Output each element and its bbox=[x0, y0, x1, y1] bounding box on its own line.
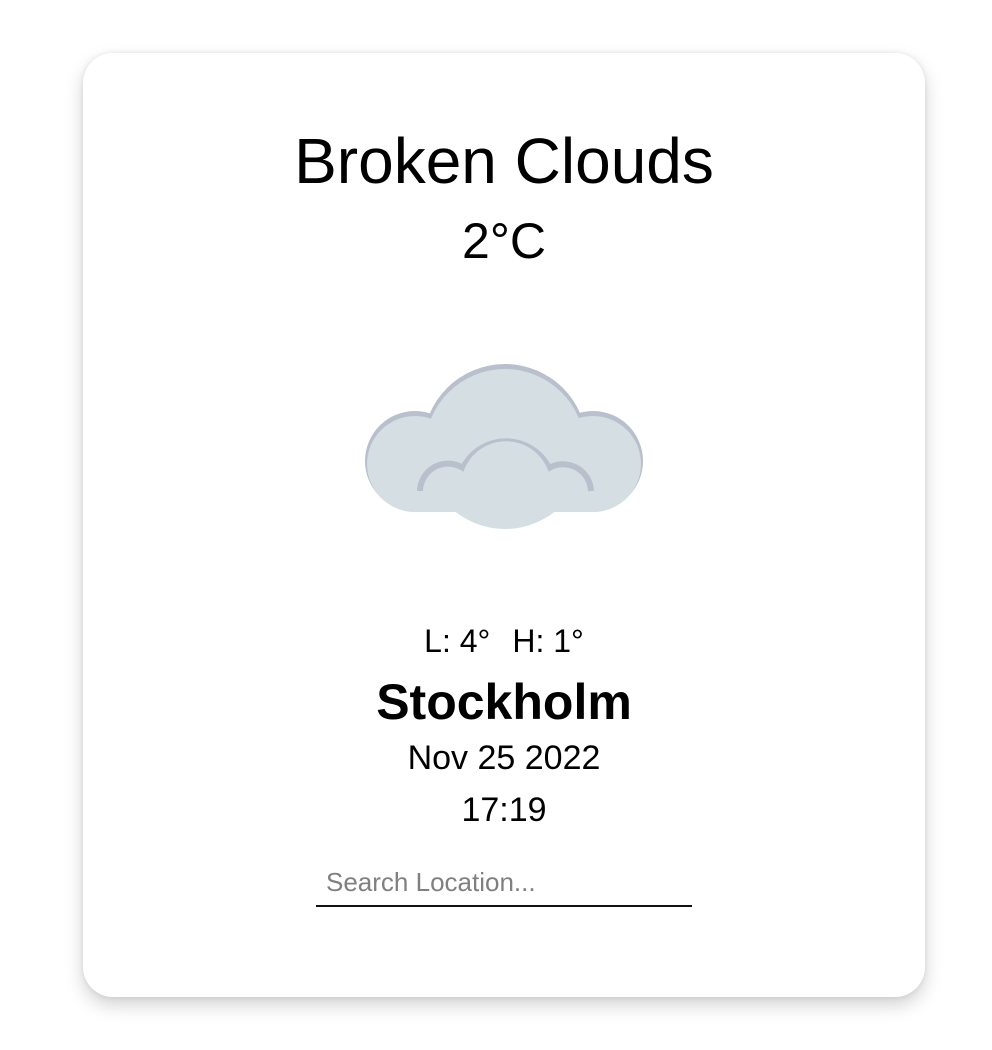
time-label: 17:19 bbox=[461, 791, 547, 829]
weather-card: Broken Clouds 2°C L: 4° H: 1° Stockholm N… bbox=[83, 53, 925, 997]
date-label: Nov 25 2022 bbox=[407, 739, 601, 777]
current-temperature: 2°C bbox=[462, 213, 546, 269]
broken-clouds-icon bbox=[365, 361, 645, 541]
search-location-input[interactable] bbox=[316, 859, 692, 907]
high-temperature: H: 1° bbox=[512, 623, 584, 659]
city-name: Stockholm bbox=[376, 674, 632, 730]
low-temperature: L: 4° bbox=[424, 623, 491, 659]
low-high-temperatures: L: 4° H: 1° bbox=[83, 621, 925, 661]
weather-condition: Broken Clouds bbox=[294, 125, 714, 197]
